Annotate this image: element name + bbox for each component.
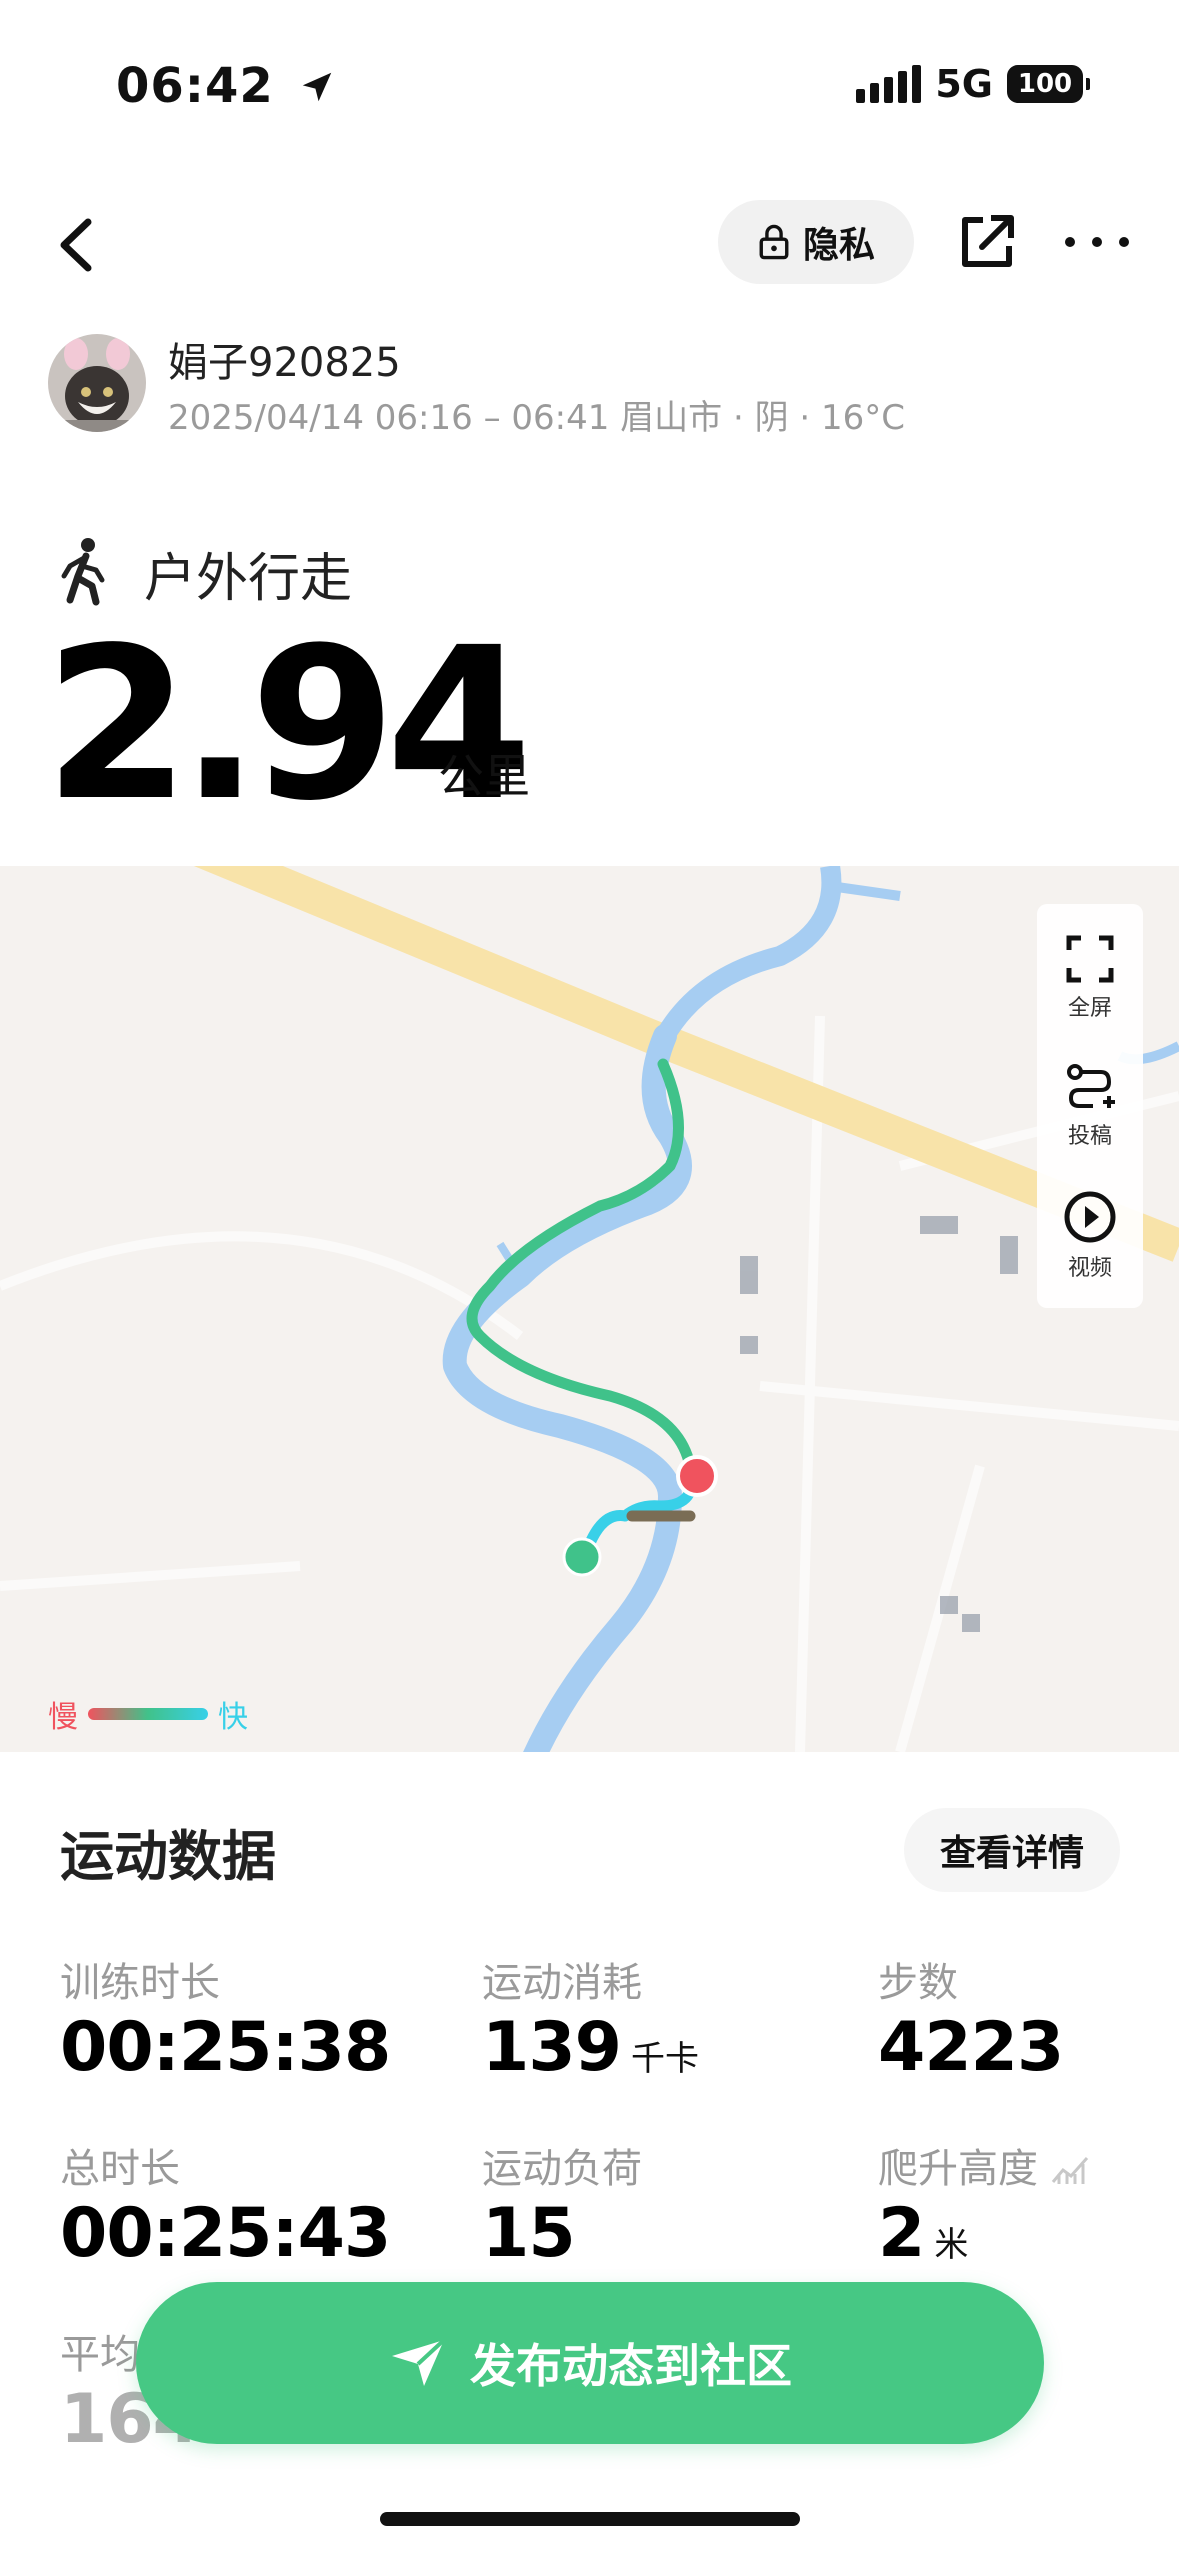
stats-title: 运动数据 — [60, 1825, 276, 1888]
stat-calories: 运动消耗 139 千卡 — [482, 1950, 699, 2087]
map-canvas — [0, 866, 1179, 1752]
publish-to-community-button[interactable]: 发布动态到社区 — [136, 2282, 1044, 2444]
submit-route-button[interactable]: 投稿 — [1037, 1062, 1143, 1150]
location-arrow-icon — [302, 72, 331, 102]
lock-icon — [759, 224, 789, 260]
fullscreen-button[interactable]: 全屏 — [1037, 934, 1143, 1022]
distance-unit: 公里 — [438, 749, 530, 803]
video-button[interactable]: 视频 — [1037, 1190, 1143, 1282]
signal-icon — [856, 65, 922, 103]
activity-meta: 2025/04/14 06:16 – 06:41 眉山市 · 阴 · 16°C — [168, 398, 906, 438]
route-submit-icon — [1067, 1064, 1115, 1108]
back-icon[interactable] — [48, 210, 108, 280]
stat-unit: 千卡 — [630, 2039, 699, 2079]
privacy-button[interactable]: 隐私 — [718, 200, 914, 284]
stat-value: 2 — [878, 2194, 925, 2273]
stat-label: 训练时长 — [60, 1960, 220, 2006]
send-icon — [392, 2338, 446, 2386]
river — [442, 1024, 692, 1752]
stat-label: 运动消耗 — [482, 1960, 642, 2006]
activity-type: 户外行走 — [144, 549, 353, 609]
fullscreen-label: 全屏 — [1067, 996, 1112, 1021]
battery-level: 100 — [1017, 69, 1073, 99]
submit-route-label: 投稿 — [1067, 1124, 1112, 1149]
elevation-chart-icon — [1051, 2157, 1088, 2184]
legend-fast: 快 — [218, 1700, 248, 1735]
network-type: 5G — [935, 62, 993, 106]
stat-value: 00:25:43 — [60, 2194, 391, 2273]
map-toolbar: 全屏 投稿 视频 — [1037, 904, 1143, 1308]
river-upper — [656, 866, 842, 1042]
route-end-marker — [676, 1455, 718, 1497]
stat-value: 15 — [482, 2194, 576, 2273]
privacy-label: 隐私 — [802, 225, 875, 266]
play-video-icon — [1064, 1191, 1116, 1243]
map-streets — [0, 1015, 1179, 1752]
share-icon[interactable] — [955, 210, 1019, 274]
stat-label: 步数 — [878, 1960, 958, 2006]
status-time-text: 06:42 — [116, 58, 274, 114]
stat-label: 运动负荷 — [482, 2146, 642, 2192]
stat-label: 爬升高度 — [878, 2136, 1091, 2194]
stat-elevation-gain: 爬升高度 2米 — [878, 2136, 1091, 2273]
fullscreen-icon — [1066, 935, 1114, 983]
walking-icon — [61, 538, 105, 606]
speed-legend: 慢 快 — [48, 1692, 248, 1736]
speed-gradient-bar — [88, 1708, 208, 1720]
stat-steps: 步数 4223 — [878, 1950, 1064, 2087]
video-label: 视频 — [1067, 1256, 1112, 1281]
avatar[interactable] — [48, 334, 146, 432]
publish-label: 发布动态到社区 — [470, 2339, 792, 2393]
more-icon[interactable] — [1062, 224, 1132, 260]
map-markers — [740, 1216, 1018, 1632]
battery-icon: 100 — [1007, 65, 1090, 103]
stat-label-text: 爬升高度 — [878, 2146, 1038, 2192]
legend-slow: 慢 — [48, 1700, 78, 1735]
status-indicators: 5G 100 — [856, 62, 1090, 106]
stat-total-duration: 总时长 00:25:43 — [60, 2136, 391, 2273]
view-details-button[interactable]: 查看详情 — [904, 1808, 1120, 1892]
stat-training-duration: 训练时长 00:25:38 — [60, 1950, 391, 2087]
stat-label: 总时长 — [60, 2146, 180, 2192]
home-indicator[interactable] — [380, 2512, 800, 2526]
username[interactable]: 娟子920825 — [168, 330, 401, 388]
stat-value: 00:25:38 — [60, 2008, 391, 2087]
stat-value: 4223 — [878, 2008, 1064, 2087]
route-map[interactable] — [0, 866, 1179, 1752]
status-time: 06:42 — [116, 58, 336, 114]
stat-training-load: 运动负荷 15 — [482, 2136, 642, 2273]
route-start-marker — [562, 1537, 602, 1577]
stat-unit: 米 — [934, 2225, 969, 2265]
stat-value: 139 — [482, 2008, 622, 2087]
